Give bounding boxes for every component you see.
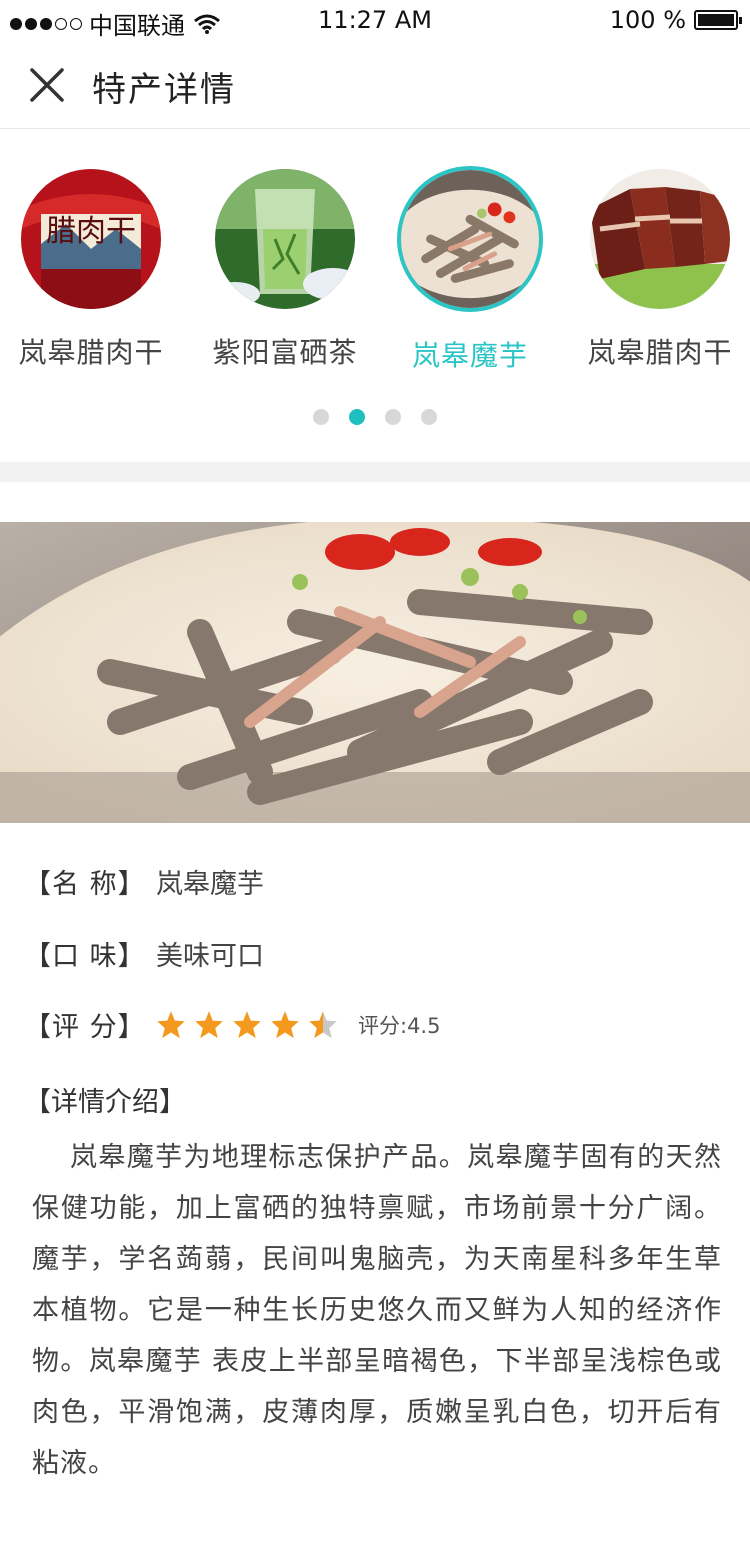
intro-heading: 【详情介绍】 bbox=[24, 1087, 186, 1118]
star-full-icon bbox=[157, 1010, 185, 1038]
star-full-icon bbox=[233, 1010, 261, 1038]
rating-score: 评分:4.5 bbox=[358, 1013, 441, 1038]
battery-icon bbox=[694, 10, 742, 30]
status-bar: 中国联通 11:27 AM 100 % bbox=[0, 0, 750, 40]
carousel-item-label: 紫阳富硒茶 bbox=[212, 336, 358, 369]
name-row: 【名 称】 岚皋魔芋 bbox=[24, 862, 264, 901]
page-dot[interactable] bbox=[385, 409, 401, 425]
section-divider bbox=[0, 462, 750, 482]
carousel-item-larou-2[interactable]: 岚皋腊肉干 bbox=[575, 169, 745, 371]
rating-label: 【评 分】 bbox=[24, 1012, 146, 1043]
taste-row: 【口 味】 美味可口 bbox=[24, 934, 264, 973]
carousel-item-larou-1[interactable]: 腊肉干 岚皋腊肉干 bbox=[6, 169, 176, 371]
product-thumbnail bbox=[397, 166, 543, 312]
page-dot[interactable] bbox=[421, 409, 437, 425]
nav-bar: 特产详情 bbox=[0, 40, 750, 129]
product-hero-image bbox=[0, 522, 750, 823]
page-title: 特产详情 bbox=[92, 70, 236, 110]
product-thumbnail bbox=[590, 169, 730, 309]
svg-text:腊肉干: 腊肉干 bbox=[46, 214, 136, 249]
page-dot[interactable] bbox=[313, 409, 329, 425]
carousel-item-label: 岚皋腊肉干 bbox=[587, 336, 733, 369]
star-half-icon bbox=[309, 1010, 337, 1038]
battery-percent: 100 % bbox=[609, 6, 686, 34]
product-carousel[interactable]: 腊肉干 岚皋腊肉干 紫阳富硒茶 岚皋魔芋 岚皋腊肉干 bbox=[0, 129, 750, 462]
close-icon[interactable] bbox=[28, 66, 66, 104]
product-thumbnail: 腊肉干 bbox=[21, 169, 161, 309]
taste-value: 美味可口 bbox=[156, 941, 264, 972]
carousel-item-konjac[interactable]: 岚皋魔芋 bbox=[385, 166, 555, 374]
star-full-icon bbox=[195, 1010, 223, 1038]
status-right: 100 % bbox=[609, 6, 742, 34]
carousel-item-label: 岚皋腊肉干 bbox=[18, 336, 164, 369]
carousel-item-tea[interactable]: 紫阳富硒茶 bbox=[200, 169, 370, 371]
taste-label: 【口 味】 bbox=[24, 941, 146, 972]
carousel-item-label: 岚皋魔芋 bbox=[411, 339, 528, 372]
name-label: 【名 称】 bbox=[24, 869, 146, 900]
carousel-pagination bbox=[0, 409, 750, 425]
rating-row: 【评 分】 评分:4.5 bbox=[24, 1005, 440, 1044]
page-dot-active[interactable] bbox=[349, 409, 365, 425]
name-value: 岚皋魔芋 bbox=[156, 869, 264, 900]
intro-text: 岚皋魔芋为地理标志保护产品。岚皋魔芋固有的天然保健功能，加上富硒的独特禀赋，市场… bbox=[32, 1142, 722, 1479]
rating-stars bbox=[156, 1010, 346, 1040]
star-full-icon bbox=[271, 1010, 299, 1038]
product-thumbnail bbox=[215, 169, 355, 309]
